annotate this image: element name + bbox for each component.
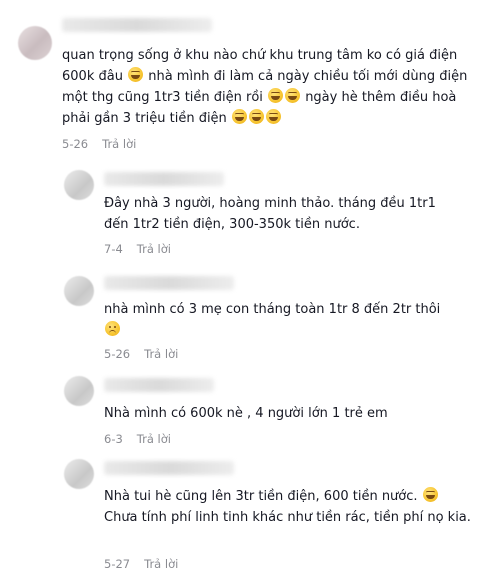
- laughing-face-icon: [285, 88, 301, 103]
- comment-meta: 5-26 Trả lời: [104, 347, 178, 361]
- comment-text: nhà mình có 3 mẹ con tháng toàn 1tr 8 đế…: [104, 299, 474, 341]
- avatar[interactable]: [18, 26, 52, 60]
- laughing-face-icon: [422, 487, 438, 502]
- comment: quan trọng sống ở khu nào chứ khu trung …: [0, 0, 485, 160]
- comment-text: quan trọng sống ở khu nào chứ khu trung …: [62, 45, 472, 129]
- comment-meta: 5-26 Trả lời: [62, 137, 136, 151]
- laughing-face-icon: [231, 109, 247, 124]
- laughing-face-icon: [128, 67, 144, 82]
- reply-button[interactable]: Trả lời: [144, 557, 178, 571]
- comment-meta: 5-27 Trả lời: [104, 557, 178, 571]
- avatar[interactable]: [64, 170, 94, 200]
- comment-meta: 7-4 Trả lời: [104, 242, 171, 256]
- avatar[interactable]: [64, 276, 94, 306]
- username[interactable]: [104, 461, 234, 475]
- comment-text: Đây nhà 3 người, hoàng minh thảo. tháng …: [104, 196, 436, 232]
- reply-comment: Đây nhà 3 người, hoàng minh thảo. tháng …: [0, 160, 485, 260]
- comment-text: Nhà tui hè cũng lên 3tr tiền điện, 600 t…: [104, 486, 476, 528]
- comment-date: 5-27: [104, 557, 131, 571]
- comment-text: Nhà mình có 600k nè , 4 người lớn 1 trẻ …: [104, 406, 388, 421]
- username[interactable]: [104, 378, 214, 392]
- reply-button[interactable]: Trả lời: [137, 242, 171, 256]
- comment-date: 7-4: [104, 242, 123, 256]
- username[interactable]: [104, 276, 234, 290]
- laughing-face-icon: [248, 109, 264, 124]
- reply-comment: nhà mình có 3 mẹ con tháng toàn 1tr 8 đế…: [0, 262, 485, 367]
- comment-date: 6-3: [104, 432, 123, 446]
- reply-comment: Nhà tui hè cũng lên 3tr tiền điện, 600 t…: [0, 453, 485, 579]
- avatar[interactable]: [64, 376, 94, 406]
- reply-button[interactable]: Trả lời: [144, 347, 178, 361]
- reply-comment: Nhà mình có 600k nè , 4 người lớn 1 trẻ …: [0, 368, 485, 453]
- laughing-face-icon: [268, 88, 284, 103]
- comment-date: 5-26: [104, 347, 131, 361]
- comment-text-part: nhà mình có 3 mẹ con tháng toàn 1tr 8 đế…: [104, 302, 441, 317]
- username[interactable]: [104, 172, 224, 186]
- comment-date: 5-26: [62, 137, 89, 151]
- comment-text-part: Chưa tính phí linh tinh khác như tiền rá…: [104, 510, 471, 525]
- avatar[interactable]: [64, 459, 94, 489]
- comment-text-part: Nhà tui hè cũng lên 3tr tiền điện, 600 t…: [104, 489, 418, 504]
- sad-face-icon: [105, 321, 120, 336]
- comment-meta: 6-3 Trả lời: [104, 432, 171, 446]
- reply-button[interactable]: Trả lời: [137, 432, 171, 446]
- username[interactable]: [62, 18, 212, 32]
- laughing-face-icon: [265, 109, 281, 124]
- reply-button[interactable]: Trả lời: [102, 137, 136, 151]
